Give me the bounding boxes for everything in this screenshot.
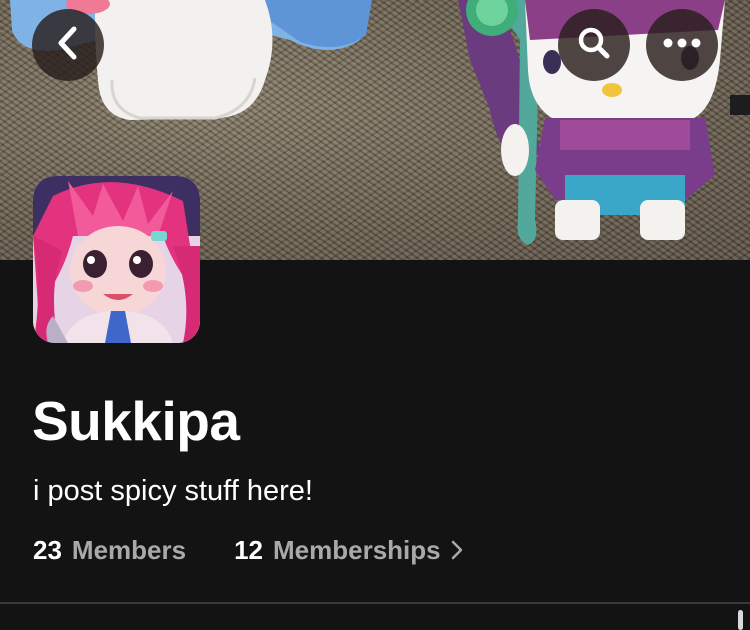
creator-profile-page: Sukkipa i post spicy stuff here! 23 Memb… bbox=[0, 0, 750, 630]
section-divider bbox=[0, 602, 750, 604]
more-options-button[interactable] bbox=[646, 9, 718, 81]
memberships-link[interactable]: 12 Memberships bbox=[234, 535, 463, 566]
profile-name: Sukkipa bbox=[32, 390, 240, 452]
back-button[interactable] bbox=[32, 9, 104, 81]
members-label: Members bbox=[71, 534, 187, 565]
memberships-label: Memberships bbox=[273, 534, 441, 565]
scrollbar-thumb[interactable] bbox=[738, 610, 743, 630]
members-count: 23 bbox=[33, 534, 62, 565]
chevron-right-icon bbox=[451, 540, 463, 560]
search-icon bbox=[576, 25, 612, 66]
chevron-left-icon bbox=[53, 25, 83, 66]
more-horizontal-icon bbox=[662, 36, 702, 54]
profile-bio: i post spicy stuff here! bbox=[33, 475, 313, 507]
search-button[interactable] bbox=[558, 9, 630, 81]
members-stat[interactable]: 23 Members bbox=[33, 535, 186, 566]
avatar[interactable] bbox=[33, 176, 200, 343]
memberships-count: 12 bbox=[234, 534, 263, 565]
profile-stats: 23 Members 12 Memberships bbox=[33, 530, 463, 570]
